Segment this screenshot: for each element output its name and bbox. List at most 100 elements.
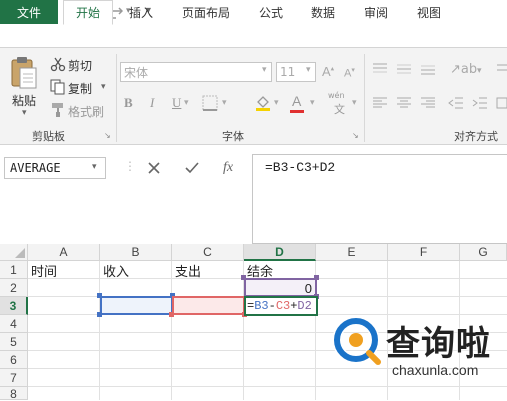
font-size-value: 11 (280, 65, 296, 79)
ribbon-tab-bar (0, 24, 507, 48)
grow-font-icon[interactable]: A▴ (322, 64, 334, 79)
row-header-8[interactable]: 8 (0, 387, 28, 401)
fill-color-icon[interactable] (254, 94, 272, 112)
tab-review[interactable]: 审阅 (355, 0, 397, 24)
select-all-corner[interactable] (0, 244, 28, 261)
align-center-icon[interactable] (396, 96, 412, 110)
copy-dropdown-icon[interactable]: ▾ (101, 82, 106, 92)
ref-handle[interactable] (97, 312, 102, 317)
cell-b3[interactable] (100, 296, 173, 315)
font-size-dropdown-icon[interactable]: ▾ (306, 65, 311, 75)
align-top-icon[interactable] (372, 62, 388, 76)
watermark: 查询啦 chaxunla.com (328, 312, 507, 400)
tab-formulas[interactable]: 公式 (250, 0, 292, 24)
format-painter-button[interactable]: 格式刷 (68, 103, 104, 120)
cut-button[interactable]: 剪切 (68, 57, 92, 74)
ref-handle[interactable] (97, 293, 102, 298)
column-header-b[interactable]: B (100, 244, 172, 261)
cut-icon[interactable] (50, 56, 66, 72)
formula-plus: + (290, 299, 298, 313)
tab-home[interactable]: 开始 (63, 0, 113, 25)
formula-bar-grip-icon: ⋮ (124, 159, 136, 173)
formula-minus: - (268, 299, 276, 313)
clipboard-launcher-icon[interactable]: ↘ (104, 131, 111, 140)
fill-color-dropdown-icon[interactable]: ▾ (274, 98, 279, 108)
font-name-dropdown-icon[interactable]: ▾ (262, 65, 267, 75)
cell-b1[interactable]: 收入 (103, 261, 129, 280)
paste-icon[interactable] (8, 56, 40, 90)
phonetic-dropdown-icon[interactable]: ▾ (352, 98, 357, 108)
merge-center-icon[interactable] (496, 96, 507, 110)
tab-view[interactable]: 视图 (408, 0, 450, 24)
ribbon-divider (364, 54, 365, 142)
enter-icon[interactable] (182, 158, 202, 178)
orientation-dropdown-icon[interactable]: ▾ (477, 66, 482, 76)
formula-text: =B3-C3+D2 (265, 160, 336, 175)
cell-a1[interactable]: 时间 (31, 261, 57, 280)
name-box-dropdown-icon[interactable]: ▾ (92, 162, 97, 172)
format-painter-icon[interactable] (50, 102, 66, 118)
font-color-icon[interactable]: A (292, 93, 301, 109)
row-header-2[interactable]: 2 (0, 279, 28, 297)
row-header-7[interactable]: 7 (0, 369, 28, 387)
formula-ref-d2: D2 (297, 299, 312, 313)
italic-button[interactable]: I (150, 95, 154, 111)
column-header-c[interactable]: C (172, 244, 244, 261)
borders-dropdown-icon[interactable]: ▾ (222, 98, 227, 108)
tab-file[interactable]: 文件 (0, 0, 58, 24)
paste-button[interactable]: 粘贴 (12, 92, 36, 109)
shrink-font-icon[interactable]: A▾ (344, 66, 355, 80)
borders-icon[interactable] (202, 95, 218, 111)
ref-handle[interactable] (169, 312, 174, 317)
cancel-icon[interactable] (144, 158, 164, 178)
copy-icon[interactable] (50, 79, 66, 95)
formula-input[interactable]: =B3-C3+D2 (252, 154, 507, 244)
align-bottom-icon[interactable] (420, 62, 436, 76)
name-box-value: AVERAGE (10, 161, 61, 175)
row-header-1[interactable]: 1 (0, 261, 28, 279)
font-color-dropdown-icon[interactable]: ▾ (310, 98, 315, 108)
row-header-6[interactable]: 6 (0, 351, 28, 369)
font-name-value: 宋体 (124, 65, 149, 80)
increase-indent-icon[interactable] (472, 96, 488, 110)
align-left-icon[interactable] (372, 96, 388, 110)
row-header-4[interactable]: 4 (0, 315, 28, 333)
paste-dropdown-icon[interactable]: ▾ (22, 108, 27, 118)
font-color-swatch (290, 110, 304, 113)
cell-c1[interactable]: 支出 (175, 261, 201, 280)
row-header-5[interactable]: 5 (0, 333, 28, 351)
tab-insert[interactable]: 插入 (120, 0, 162, 24)
column-header-f[interactable]: F (388, 244, 460, 261)
tab-page-layout[interactable]: 页面布局 (172, 0, 240, 24)
row-header-3[interactable]: 3 (0, 297, 28, 315)
column-header-e[interactable]: E (316, 244, 388, 261)
font-launcher-icon[interactable]: ↘ (352, 131, 359, 140)
orientation-icon[interactable]: ↗ab (450, 62, 477, 77)
cell-c3[interactable] (172, 296, 245, 315)
column-header-g[interactable]: G (460, 244, 507, 261)
column-header-d[interactable]: D (244, 244, 316, 261)
cell-d3-active[interactable]: = B3- C3 + D2 (244, 296, 318, 316)
phonetic-guide-button[interactable]: 文 (334, 101, 345, 117)
bold-button[interactable]: B (124, 95, 133, 111)
formula-ref-c3: C3 (275, 299, 291, 313)
column-header-a[interactable]: A (28, 244, 100, 261)
tab-data[interactable]: 数据 (302, 0, 344, 24)
name-box[interactable]: AVERAGE (4, 157, 106, 179)
align-right-icon[interactable] (420, 96, 436, 110)
copy-button[interactable]: 复制 (68, 80, 92, 97)
font-name-combo[interactable]: 宋体 (120, 62, 272, 82)
align-middle-icon[interactable] (396, 62, 412, 76)
decrease-indent-icon[interactable] (448, 96, 464, 110)
underline-dropdown-icon[interactable]: ▾ (184, 98, 189, 108)
font-group-label: 字体 (222, 130, 244, 143)
ref-handle[interactable] (241, 275, 246, 280)
ref-handle[interactable] (314, 275, 319, 280)
cell-d2[interactable]: 0 (244, 278, 317, 297)
alignment-group-label: 对齐方式 (454, 130, 498, 143)
underline-button[interactable]: U (172, 95, 181, 111)
formula-equals: = (247, 299, 255, 313)
cell-d1[interactable]: 结余 (247, 261, 273, 280)
insert-function-icon[interactable]: fx (218, 158, 238, 178)
wrap-text-icon[interactable] (496, 62, 507, 76)
